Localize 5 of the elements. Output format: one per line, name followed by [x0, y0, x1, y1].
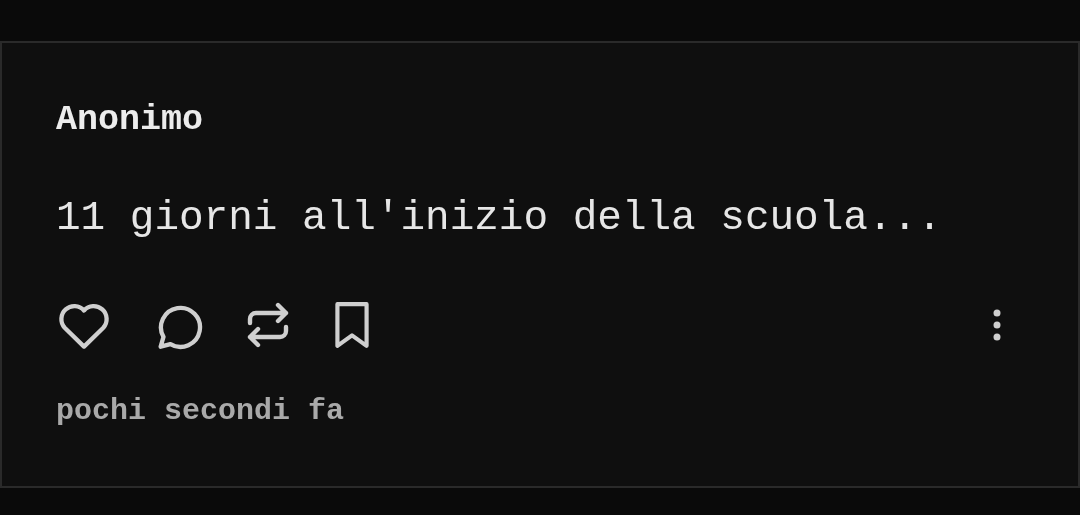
bookmark-icon[interactable]	[332, 300, 372, 350]
post-text: 11 giorni all'inizio della scuola...	[56, 194, 943, 243]
timestamp: pochi secondi fa	[56, 393, 346, 429]
more-icon[interactable]	[993, 309, 1001, 341]
author-name: Anonimo	[56, 99, 205, 142]
